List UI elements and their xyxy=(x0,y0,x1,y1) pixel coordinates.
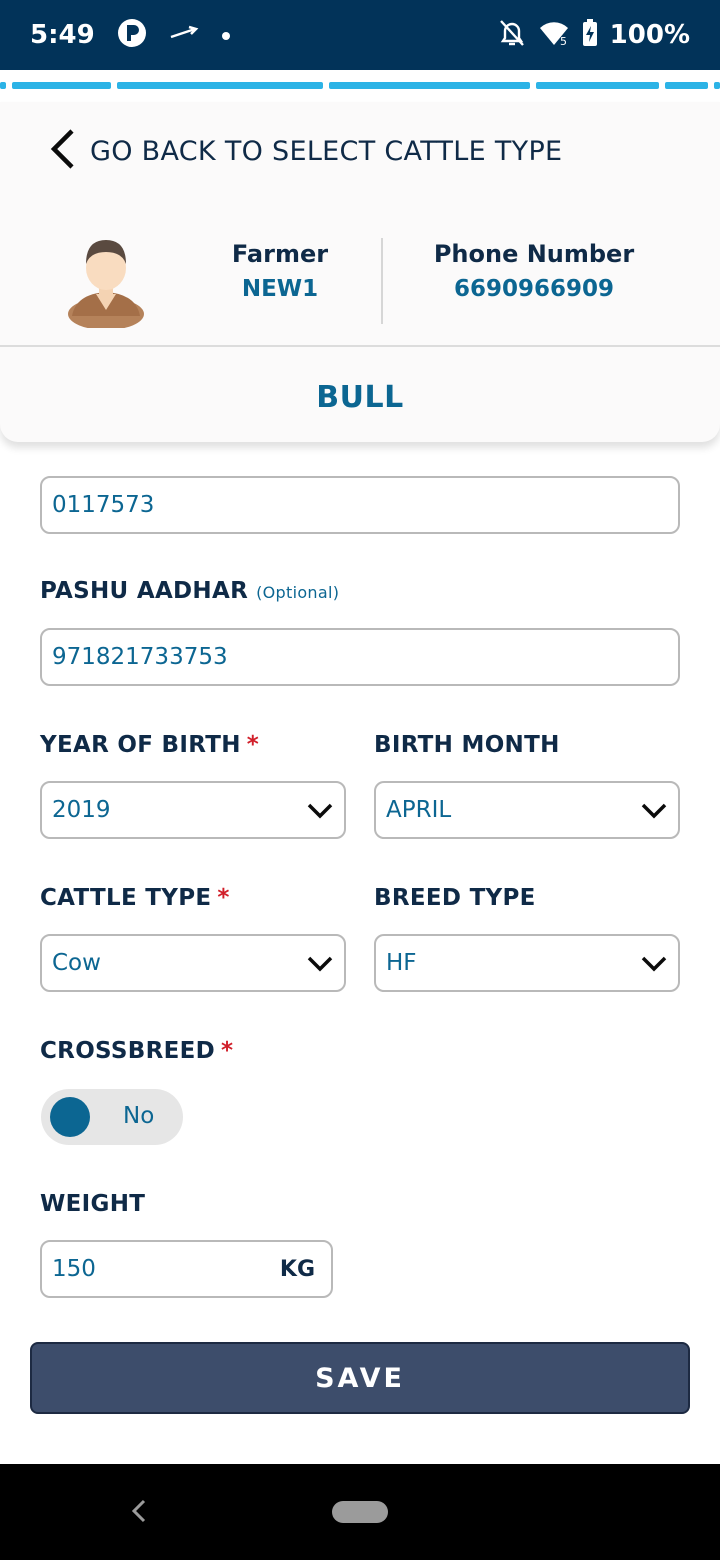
progress-segment xyxy=(536,82,659,89)
chevron-down-icon xyxy=(306,799,334,823)
crossbreed-toggle[interactable]: No xyxy=(41,1089,183,1145)
tag-number-value: 0117573 xyxy=(52,492,155,518)
cattle-type-label: CATTLE TYPE * xyxy=(40,885,230,911)
breed-type-select[interactable]: HF xyxy=(374,934,680,992)
status-time: 5:49 xyxy=(30,20,95,50)
farmer-label: Farmer xyxy=(231,240,329,268)
back-link-label: GO BACK TO SELECT CATTLE TYPE xyxy=(90,135,563,167)
header-card: GO BACK TO SELECT CATTLE TYPE Farmer NEW… xyxy=(0,102,720,442)
pashu-aadhar-input[interactable]: 971821733753 xyxy=(40,628,680,686)
phone-value: 6690966909 xyxy=(453,276,615,302)
pashu-aadhar-value: 971821733753 xyxy=(52,644,228,670)
tag-number-input[interactable]: 0117573 xyxy=(40,476,680,534)
chevron-down-icon xyxy=(640,799,668,823)
chevron-down-icon xyxy=(640,952,668,976)
nav-back-icon[interactable] xyxy=(128,1498,148,1524)
vertical-divider xyxy=(381,238,383,324)
weight-label: WEIGHT xyxy=(40,1191,146,1217)
toggle-knob xyxy=(50,1097,90,1137)
battery-percentage: 100% xyxy=(609,20,690,50)
weight-input[interactable]: 150 KG xyxy=(40,1240,333,1298)
chevron-left-icon xyxy=(48,128,76,174)
horizontal-divider xyxy=(0,345,720,347)
p-icon xyxy=(117,18,147,52)
bell-off-icon xyxy=(498,18,526,52)
phone-column: Phone Number 6690966909 xyxy=(414,240,654,302)
required-mark: * xyxy=(246,732,260,758)
progress-segment xyxy=(0,82,6,89)
system-nav-bar xyxy=(0,1464,720,1560)
progress-segment xyxy=(117,82,323,89)
year-of-birth-label-text: YEAR OF BIRTH xyxy=(40,732,241,758)
progress-segments xyxy=(0,82,720,90)
airplane-arrow-icon xyxy=(169,23,199,47)
crossbreed-toggle-value: No xyxy=(123,1103,155,1129)
birth-month-select[interactable]: APRIL xyxy=(374,781,680,839)
cattle-type-value: Cow xyxy=(52,950,101,976)
cattle-type-title: BULL xyxy=(316,380,404,415)
progress-segment xyxy=(329,82,530,89)
crossbreed-label: CROSSBREED * xyxy=(40,1038,233,1064)
weight-unit: KG xyxy=(279,1256,315,1282)
dot-icon xyxy=(221,26,231,45)
save-button[interactable]: SAVE xyxy=(30,1342,690,1414)
status-bar: 5:49 5 100% xyxy=(0,0,720,70)
farmer-column: Farmer NEW1 xyxy=(200,240,360,302)
pashu-aadhar-label: PASHU AADHAR (Optional) xyxy=(40,578,339,604)
optional-hint: (Optional) xyxy=(256,583,340,602)
year-of-birth-value: 2019 xyxy=(52,797,111,823)
back-link[interactable]: GO BACK TO SELECT CATTLE TYPE xyxy=(48,128,562,174)
birth-month-value: APRIL xyxy=(386,797,452,823)
weight-value: 150 xyxy=(52,1256,96,1282)
progress-segment xyxy=(714,82,720,89)
cattle-type-label-text: CATTLE TYPE xyxy=(40,885,212,911)
crossbreed-label-text: CROSSBREED xyxy=(40,1038,215,1064)
year-of-birth-select[interactable]: 2019 xyxy=(40,781,346,839)
battery-charging-icon xyxy=(582,19,598,51)
breed-type-label: BREED TYPE xyxy=(374,885,536,911)
year-of-birth-label: YEAR OF BIRTH * xyxy=(40,732,259,758)
chevron-down-icon xyxy=(306,952,334,976)
required-mark: * xyxy=(221,1038,234,1064)
required-mark: * xyxy=(217,885,230,911)
farmer-value: NEW1 xyxy=(241,276,319,302)
cattle-type-select[interactable]: Cow xyxy=(40,934,346,992)
farmer-avatar xyxy=(64,236,148,330)
nav-home-pill[interactable] xyxy=(332,1501,388,1523)
svg-text:5: 5 xyxy=(560,35,567,47)
breed-type-value: HF xyxy=(386,950,417,976)
progress-segment xyxy=(665,82,708,89)
progress-segment xyxy=(12,82,111,89)
farmer-info: Farmer NEW1 Phone Number 6690966909 xyxy=(0,232,720,332)
pashu-aadhar-label-text: PASHU AADHAR xyxy=(40,578,249,604)
birth-month-label: BIRTH MONTH xyxy=(374,732,560,758)
wifi-icon: 5 xyxy=(538,19,570,51)
phone-label: Phone Number xyxy=(433,240,635,268)
